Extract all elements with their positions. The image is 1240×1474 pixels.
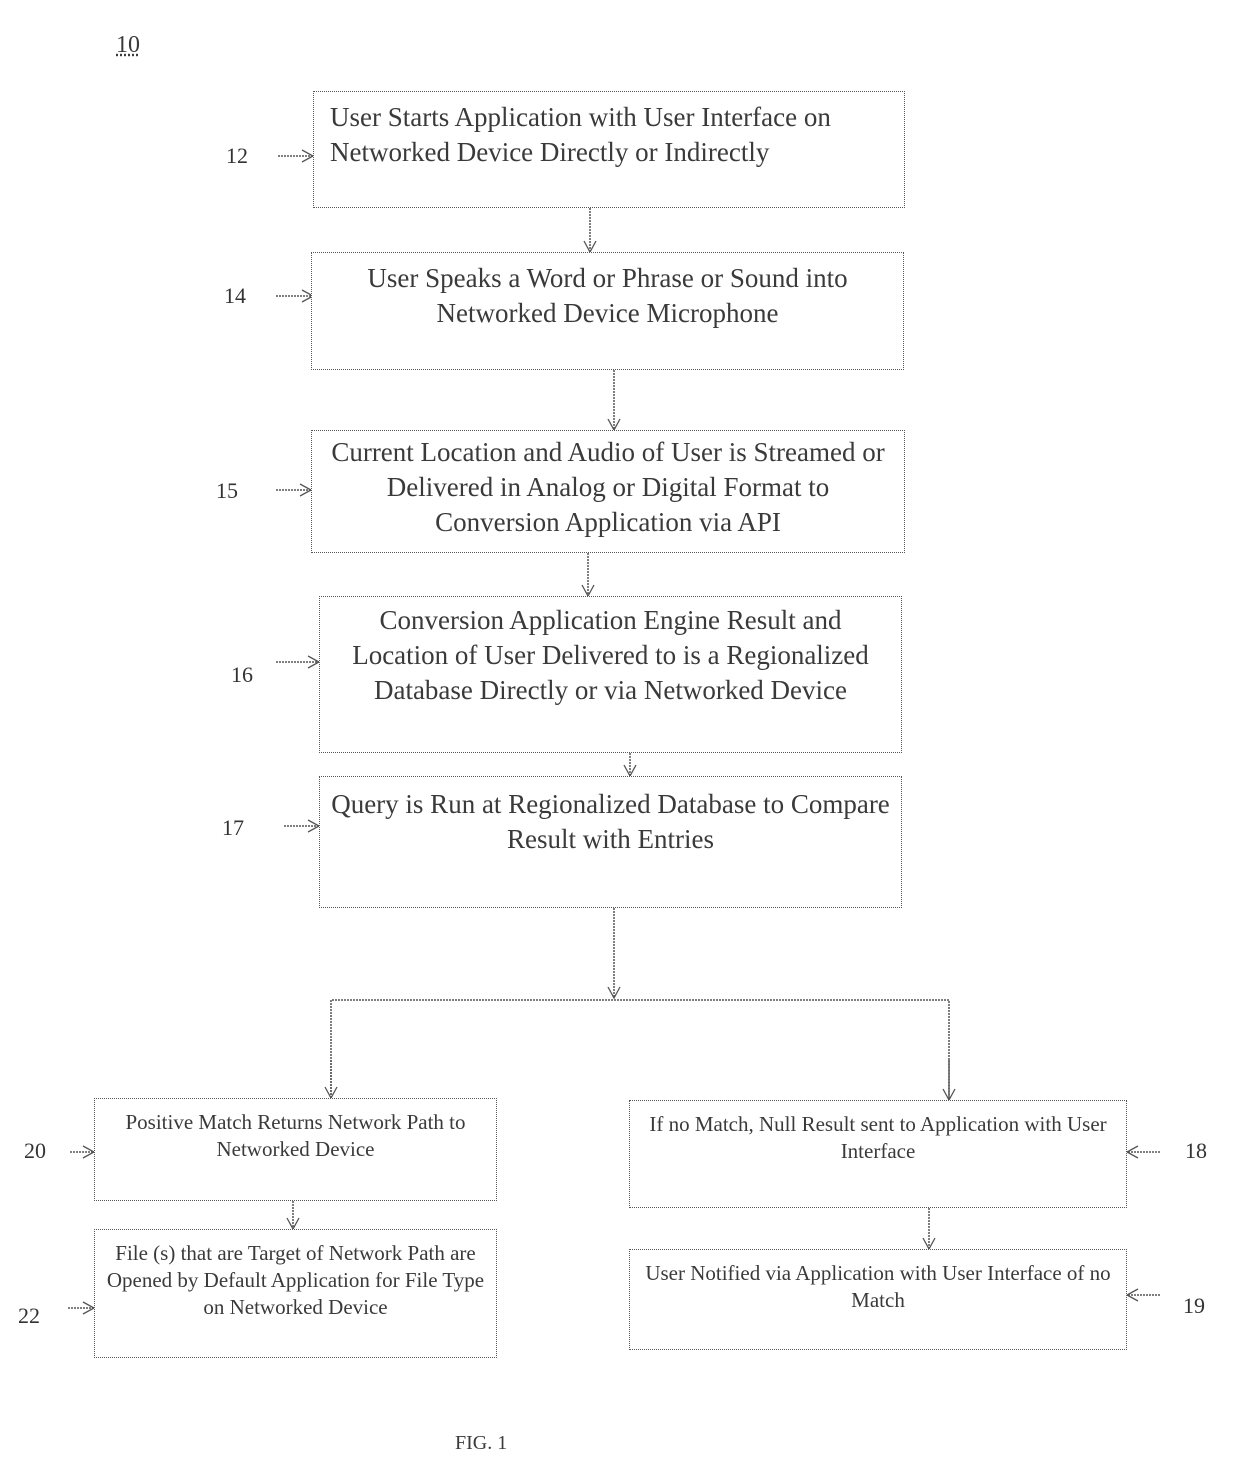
step-text-14: User Speaks a Word or Phrase or Sound in… — [367, 263, 848, 328]
step-text-16: Conversion Application Engine Result and… — [352, 605, 869, 705]
ref-label-12: 12 — [226, 143, 248, 168]
ref-label-20: 20 — [24, 1138, 46, 1163]
ref-label-15: 15 — [216, 478, 238, 503]
step-box-12: User Starts Application with User Interf… — [313, 91, 905, 208]
step-text-12: User Starts Application with User Interf… — [330, 102, 831, 167]
ref-label-22: 22 — [18, 1303, 40, 1328]
step-box-17: Query is Run at Regionalized Database to… — [319, 776, 902, 908]
step-text-19: User Notified via Application with User … — [645, 1261, 1111, 1312]
step-box-18: If no Match, Null Result sent to Applica… — [629, 1100, 1127, 1208]
step-box-14: User Speaks a Word or Phrase or Sound in… — [311, 252, 904, 370]
branch-line — [330, 999, 950, 1100]
step-box-19: User Notified via Application with User … — [629, 1249, 1127, 1350]
step-box-16: Conversion Application Engine Result and… — [319, 596, 902, 753]
step-text-22: File (s) that are Target of Network Path… — [106, 1241, 485, 1319]
ref-label-19: 19 — [1183, 1293, 1205, 1318]
ref-label-18: 18 — [1185, 1138, 1207, 1163]
ref-label-17: 17 — [222, 815, 244, 840]
step-box-15: Current Location and Audio of User is St… — [311, 430, 905, 553]
step-text-17: Query is Run at Regionalized Database to… — [331, 789, 890, 854]
step-box-22: File (s) that are Target of Network Path… — [94, 1229, 497, 1358]
ref-label-14: 14 — [224, 283, 246, 308]
step-text-15: Current Location and Audio of User is St… — [331, 437, 885, 537]
step-text-20: Positive Match Returns Network Path to N… — [125, 1110, 466, 1161]
ref-label-16: 16 — [231, 662, 253, 687]
step-box-20: Positive Match Returns Network Path to N… — [94, 1098, 497, 1201]
step-text-18: If no Match, Null Result sent to Applica… — [649, 1112, 1107, 1163]
figure-caption: FIG. 1 — [455, 1432, 508, 1454]
